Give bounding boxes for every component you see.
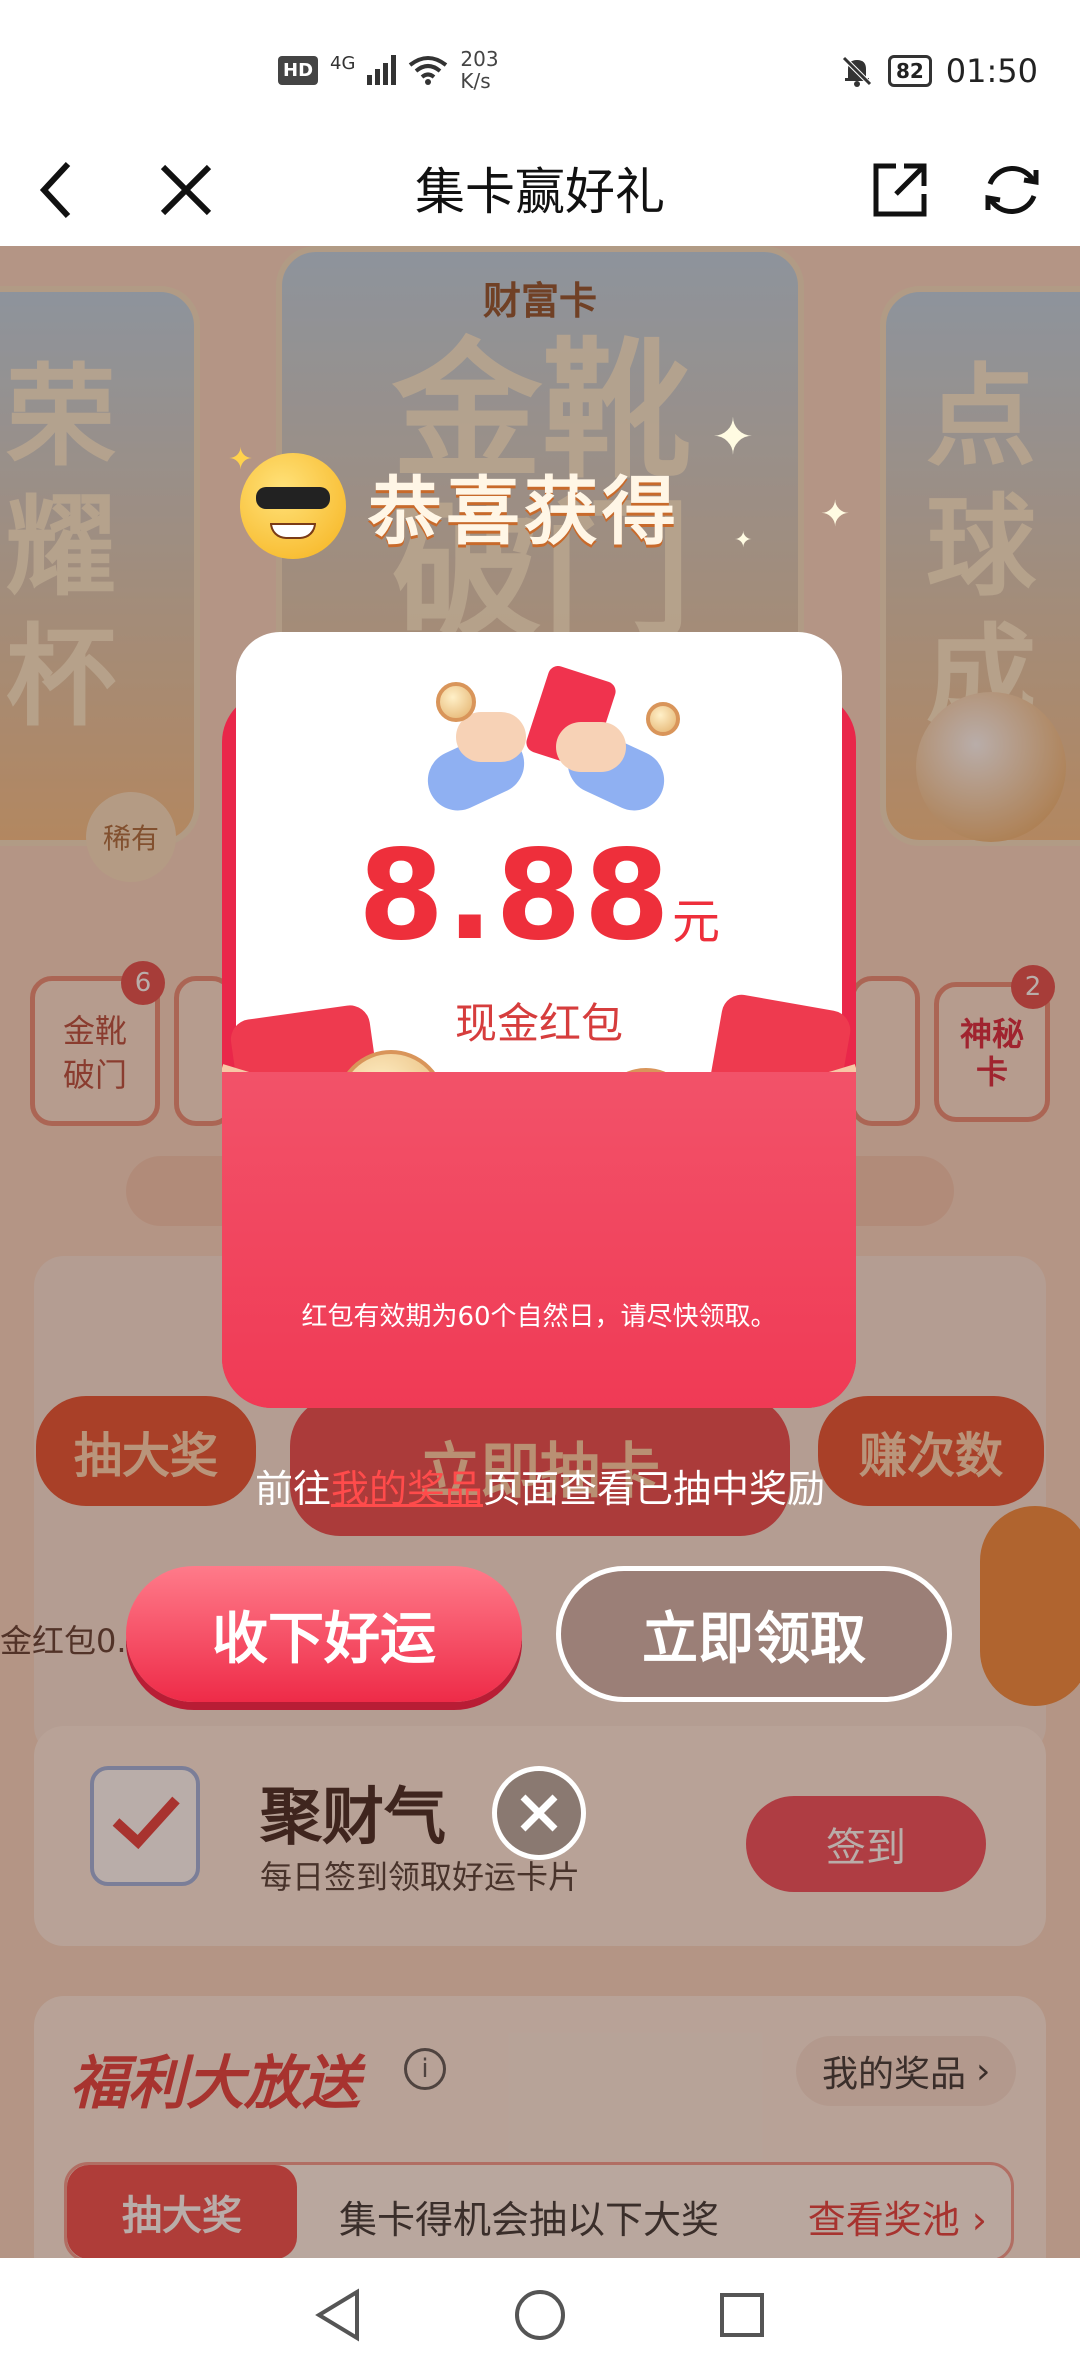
status-bar: HD 4G 203 K/s 82 01:50 [0, 0, 1080, 136]
share-icon [873, 163, 927, 217]
sunglasses-emoji-icon [240, 452, 346, 559]
circle-home-icon [515, 2290, 565, 2340]
triangle-back-icon [315, 2288, 359, 2342]
amount-unit: 元 [671, 894, 720, 950]
clock: 01:50 [945, 52, 1038, 90]
amount-value: 8.88 [358, 824, 672, 968]
hint-prefix: 前往 [254, 1467, 331, 1511]
wifi-icon [409, 56, 448, 85]
red-packet-card: 8.88元 现金红包 红包有效期为60个自然日，请尽快领取。 [222, 632, 856, 1408]
sparkle-icon: ✦ [228, 442, 254, 477]
nav-bar: 集卡赢好礼 [0, 136, 1080, 246]
hd-icon: HD [278, 55, 319, 85]
sparkle-icon: ✦ [734, 528, 753, 553]
status-left: HD 4G 203 K/s [278, 48, 499, 92]
my-prizes-hint-link[interactable]: 我的奖品 [331, 1467, 483, 1511]
battery-indicator: 82 [887, 55, 932, 87]
close-popup-button[interactable] [492, 1766, 586, 1860]
prize-amount: 8.88元 [236, 824, 842, 968]
mute-bell-icon [842, 56, 872, 87]
packet-validity-note: 红包有效期为60个自然日，请尽快领取。 [301, 1302, 777, 1332]
system-home-button[interactable] [513, 2288, 567, 2346]
refresh-icon [985, 166, 1039, 214]
status-right: 82 01:50 [840, 52, 1038, 90]
refresh-button[interactable] [972, 150, 1052, 230]
system-back-button[interactable] [313, 2288, 363, 2346]
hint-suffix: 页面查看已抽中奖励 [483, 1467, 826, 1511]
signal-icon [367, 55, 397, 85]
sparkle-icon: ✦ [820, 494, 851, 535]
sparkle-icon: ✦ [712, 408, 754, 466]
hand-envelope-illustration [386, 663, 706, 822]
prize-hint: 前往我的奖品页面查看已抽中奖励 [0, 1458, 1080, 1513]
network-type: 4G [330, 52, 356, 74]
congrats-title: 恭喜获得 [368, 469, 680, 555]
square-recents-icon [720, 2293, 764, 2337]
congrats-header: 恭喜获得 [240, 452, 680, 559]
system-recents-button[interactable] [717, 2290, 767, 2344]
speed-value: 203 [460, 47, 499, 71]
close-icon [520, 1794, 558, 1832]
packet-front [222, 1072, 856, 1408]
accept-luck-button[interactable]: 收下好运 [126, 1566, 522, 1702]
share-button[interactable] [860, 150, 940, 230]
claim-now-button[interactable]: 立即领取 [556, 1566, 952, 1702]
network-speed: 203 K/s [460, 48, 498, 92]
system-nav-bar [0, 2258, 1080, 2376]
speed-unit: K/s [460, 69, 491, 93]
